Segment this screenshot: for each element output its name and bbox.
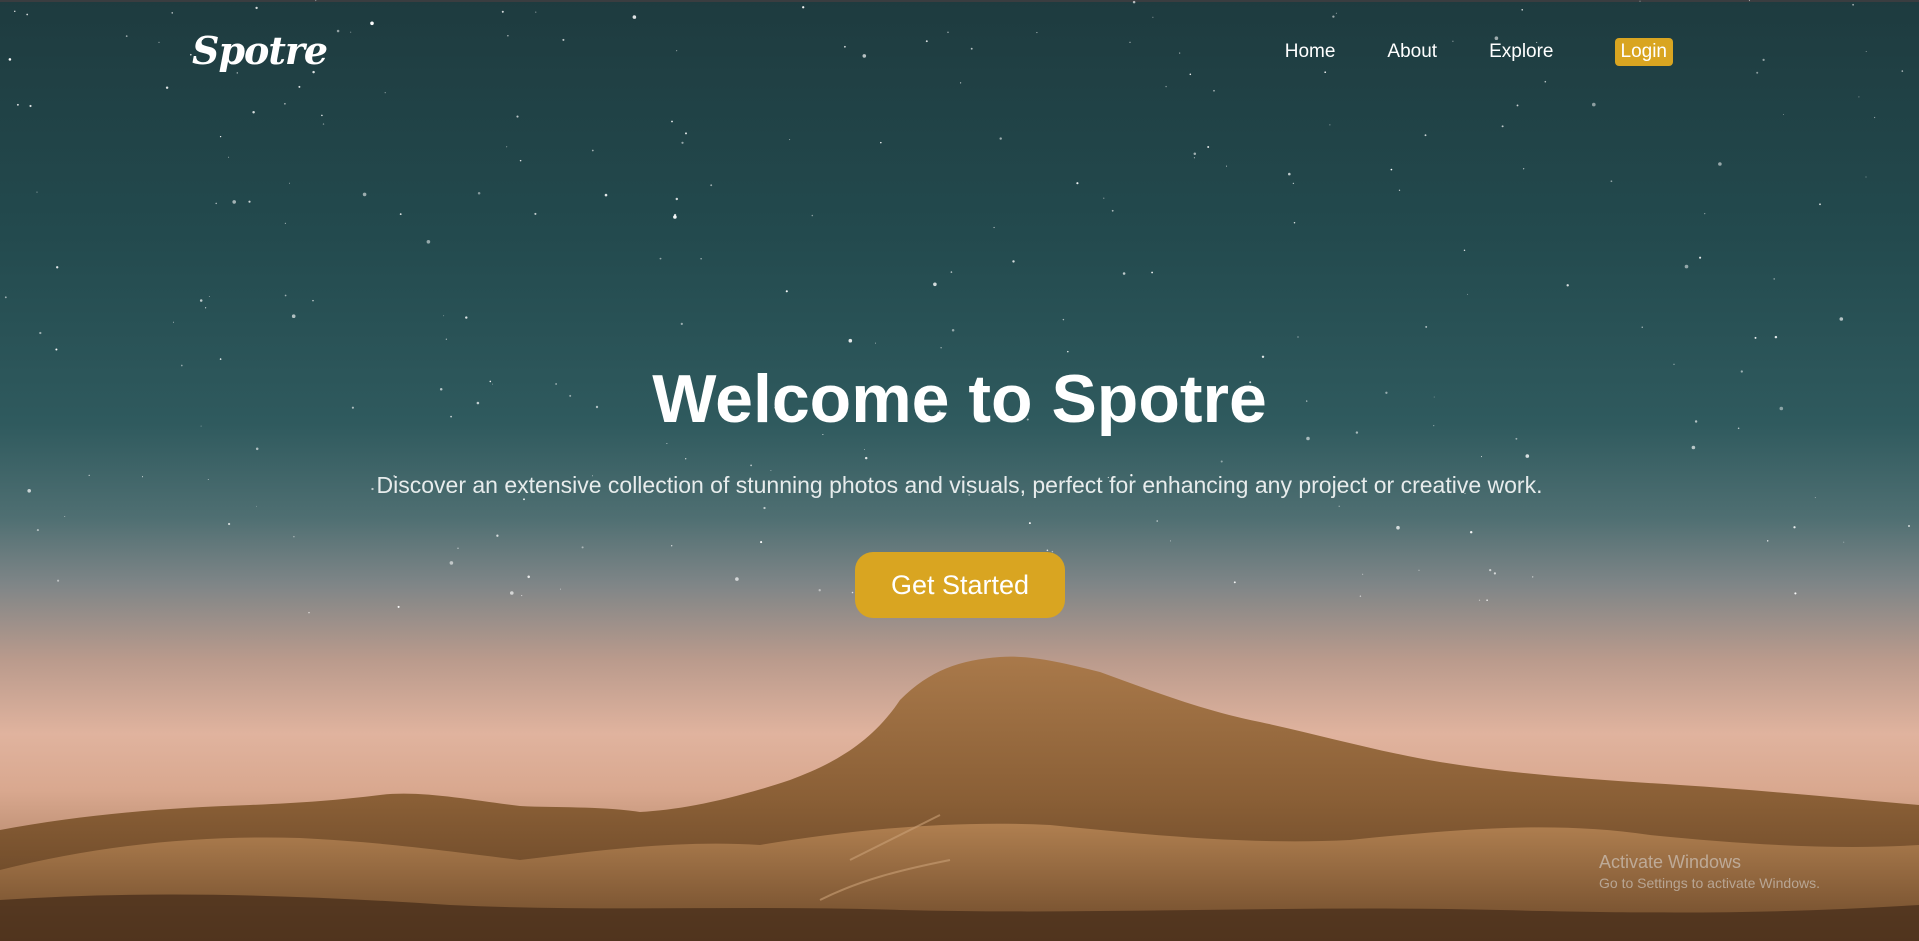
- nav-link-home[interactable]: Home: [1285, 41, 1336, 63]
- mountain-landscape: [0, 656, 1919, 941]
- hero-subtitle: Discover an extensive collection of stun…: [376, 472, 1543, 498]
- get-started-button[interactable]: Get Started: [855, 552, 1065, 618]
- top-navbar: Spotre Home About Explore Login: [0, 0, 1919, 100]
- brand-logo[interactable]: Spotre: [192, 28, 328, 73]
- nav-link-explore[interactable]: Explore: [1489, 41, 1553, 63]
- hero-section: Spotre Home About Explore Login Welcome …: [0, 0, 1919, 941]
- hero-title: Welcome to Spotre: [652, 361, 1267, 437]
- windows-activation-watermark: Activate Windows Go to Settings to activ…: [1599, 852, 1820, 891]
- nav-links: Home About Explore Login: [1233, 38, 1673, 66]
- login-button[interactable]: Login: [1614, 38, 1673, 66]
- nav-link-about[interactable]: About: [1387, 41, 1437, 63]
- watermark-title: Activate Windows: [1599, 852, 1742, 872]
- watermark-subtitle: Go to Settings to activate Windows.: [1599, 875, 1820, 891]
